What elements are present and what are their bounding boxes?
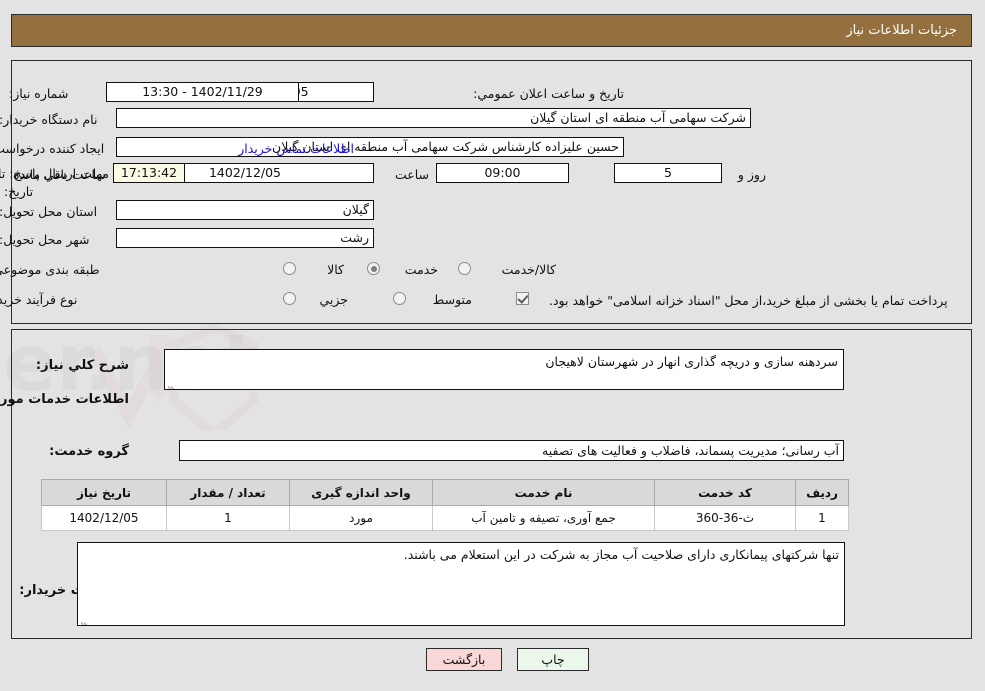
subject-category-label: طبقه بندی موضوعی: — [0, 262, 101, 277]
remaining-days-suffix: روز و — [738, 167, 767, 182]
resize-grip-icon[interactable] — [81, 614, 91, 625]
buyer-contact-link[interactable]: اطلاعات تماس خریدار — [239, 141, 355, 157]
page-root: جزئیات اطلاعات نیاز شماره نیاز: 11020010… — [0, 0, 985, 691]
print-button[interactable]: چاپ — [518, 648, 590, 671]
remaining-clock-value: 17:13:42 — [114, 163, 186, 183]
summary-label: شرح کلي نياز: — [36, 358, 130, 373]
buyer-notes-textarea[interactable]: تنها شرکتهای پیمانکاری دارای صلاحیت آب م… — [78, 542, 846, 626]
buyer-org-label: نام دستگاه خریدار: — [0, 112, 99, 127]
page-title-bar: جزئیات اطلاعات نیاز — [12, 14, 973, 47]
announce-datetime-value: 1402/11/29 - 13:30 — [107, 82, 300, 102]
radio-category-service[interactable] — [368, 262, 381, 275]
request-creator-label: ایجاد کننده درخواست: — [0, 141, 106, 156]
delivery-province-value: گیلان — [117, 200, 375, 220]
back-button[interactable]: بازگشت — [427, 648, 503, 671]
request-creator-value: حسین علیزاده کارشناس شرکت سهامی آب منطقه… — [117, 137, 625, 157]
table-header-row: ردیف کد خدمت نام خدمت واحد اندازه گیری ت… — [42, 479, 850, 506]
delivery-province-label: استان محل تحویل: — [0, 204, 99, 219]
islamic-treasury-text: پرداخت تمام یا بخشی از مبلغ خرید،از محل … — [550, 293, 949, 308]
col-service-name: نام خدمت — [433, 479, 656, 506]
announce-datetime-label: تاریخ و ساعت اعلان عمومي: — [474, 86, 625, 101]
delivery-city-value: رشت — [117, 228, 375, 248]
need-number-label: شماره نیاز: — [10, 86, 70, 101]
deadline-hour-label: ساعت — [395, 167, 430, 182]
deadline-time-value: 09:00 — [437, 163, 570, 183]
radio-category-goods-service-label: کالا/خدمت — [502, 262, 557, 277]
radio-category-goods-label: کالا — [328, 262, 345, 277]
radio-process-minor-label: جزیي — [320, 292, 349, 307]
summary-textarea[interactable]: سردهنه سازی و دریچه گذاری انهار در شهرست… — [165, 349, 845, 390]
radio-category-goods[interactable] — [284, 262, 297, 275]
checkbox-islamic-treasury[interactable] — [517, 292, 530, 305]
radio-process-minor[interactable] — [284, 292, 297, 305]
radio-category-service-label: خدمت — [405, 262, 439, 277]
cell-service-name: جمع آوری، تصیفه و تامین آب — [433, 505, 656, 531]
response-deadline-sublabel: تاریخ: — [5, 184, 35, 199]
summary-text: سردهنه سازی و دریچه گذاری انهار در شهرست… — [546, 354, 839, 369]
purchase-process-label: نوع فرآیند خرید : — [0, 292, 79, 307]
radio-category-goods-service[interactable] — [459, 262, 472, 275]
page-title: جزئیات اطلاعات نیاز — [847, 23, 958, 38]
col-quantity: تعداد / مقدار — [167, 479, 291, 506]
col-row-no: ردیف — [796, 479, 850, 506]
table-row: 1 ث-36-360 جمع آوری، تصیفه و تامین آب مو… — [42, 505, 850, 531]
delivery-city-label: شهر محل تحویل: — [0, 232, 91, 247]
radio-process-medium[interactable] — [394, 292, 407, 305]
col-unit: واحد اندازه گیری — [290, 479, 434, 506]
col-service-code: کد خدمت — [655, 479, 797, 506]
cell-quantity: 1 — [167, 505, 291, 531]
buyer-notes-text: تنها شرکتهای پیمانکاری دارای صلاحیت آب م… — [404, 547, 840, 562]
cell-row-no: 1 — [796, 505, 850, 531]
buyer-org-value: شرکت سهامی آب منطقه ای استان گیلان — [117, 108, 752, 128]
cell-unit: مورد — [290, 505, 434, 531]
resize-grip-icon[interactable] — [168, 378, 178, 389]
remaining-clock-suffix: ساعت باقي مانده — [14, 167, 107, 182]
cell-need-date: 1402/12/05 — [42, 505, 168, 531]
services-table: ردیف کد خدمت نام خدمت واحد اندازه گیری ت… — [42, 479, 850, 531]
services-section-title: اطلاعات خدمات مورد نیاز — [0, 392, 130, 407]
service-group-value: آب رسانی؛ مدیریت پسماند، فاضلاب و فعالیت… — [180, 440, 845, 461]
cell-service-code: ث-36-360 — [655, 505, 797, 531]
radio-process-medium-label: متوسط — [433, 292, 473, 307]
service-group-label: گروه خدمت: — [50, 444, 130, 459]
col-need-date: تاریخ نیاز — [42, 479, 168, 506]
remaining-days-value: 5 — [615, 163, 723, 183]
